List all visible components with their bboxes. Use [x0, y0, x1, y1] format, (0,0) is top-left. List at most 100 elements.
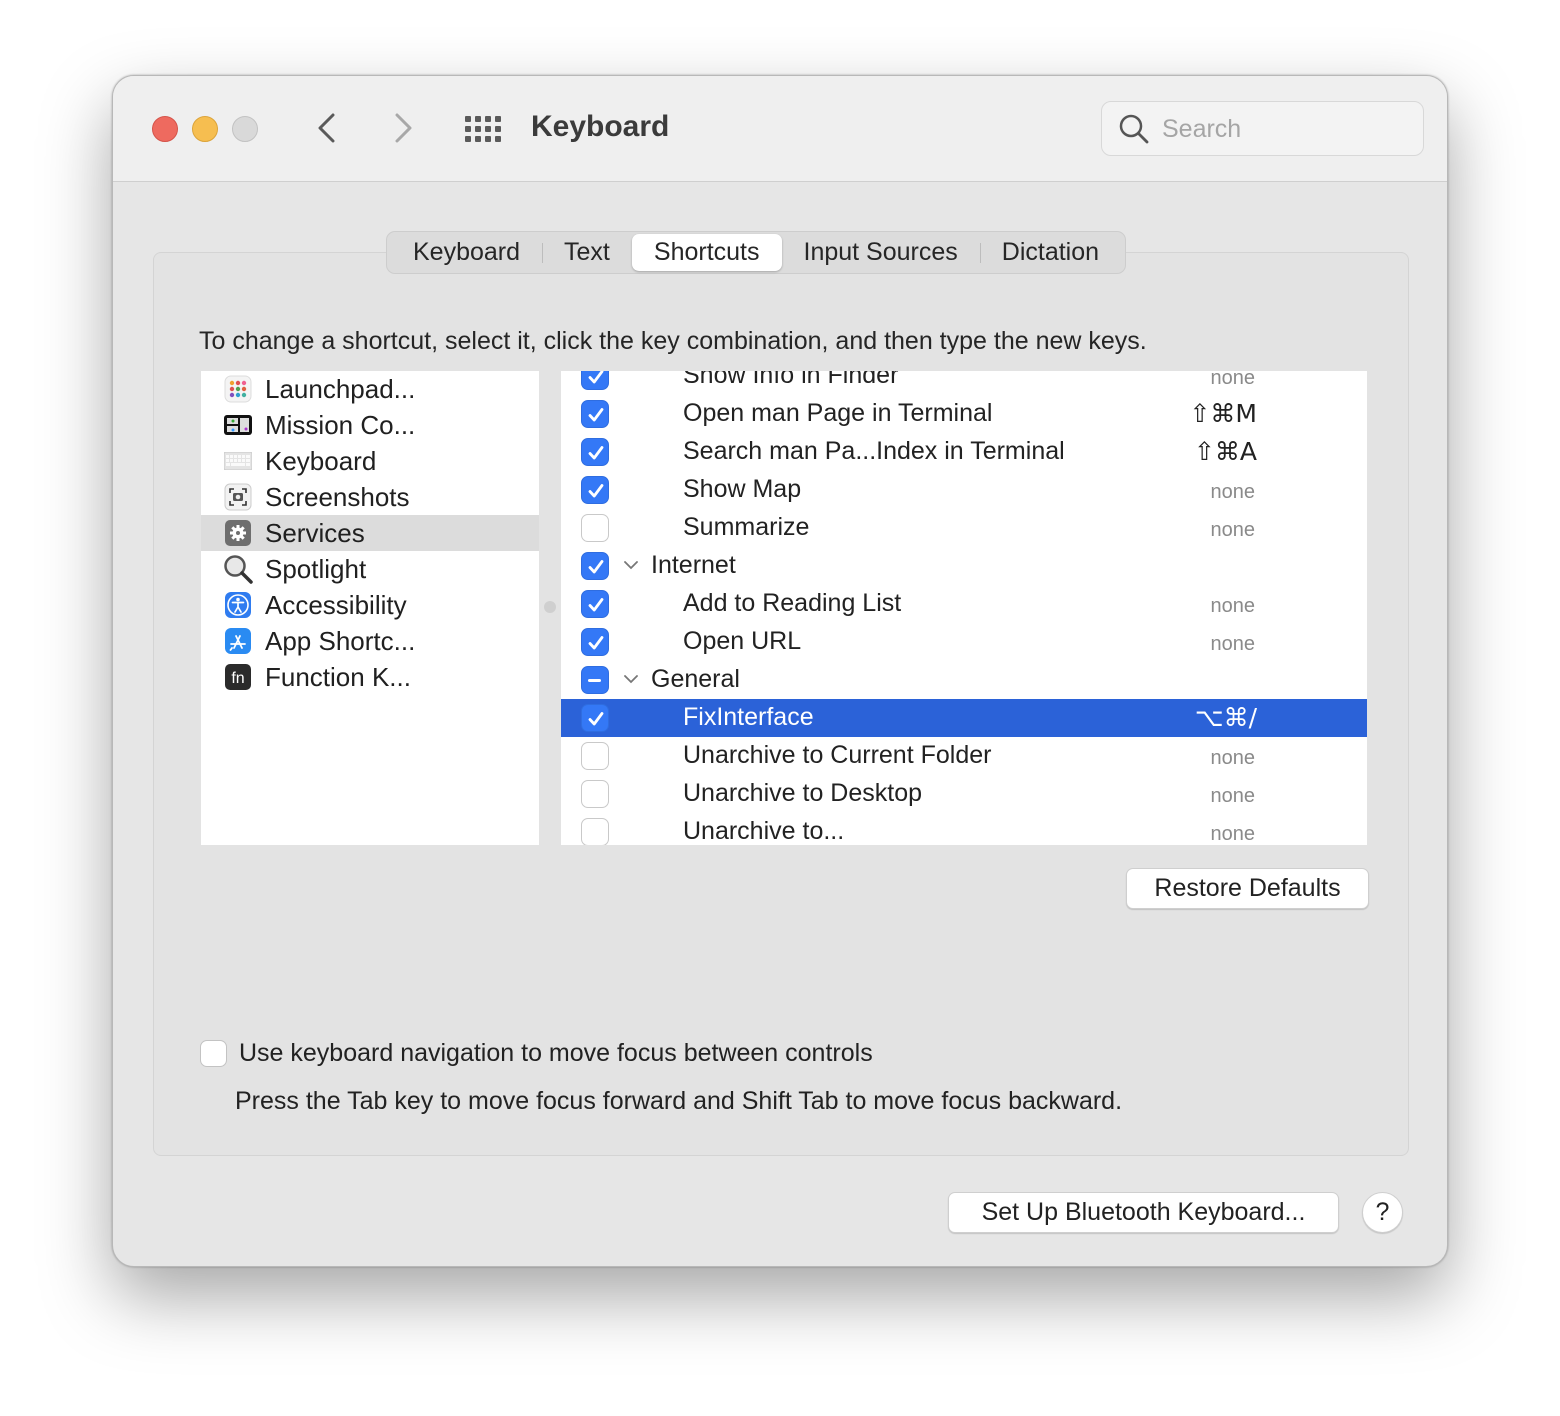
category-item-app-shortcuts[interactable]: App Shortc...	[201, 623, 539, 659]
shortcut-label: General	[651, 665, 740, 693]
fn-key-icon: fn	[223, 663, 253, 691]
shortcut-keys[interactable]: none	[1211, 371, 1256, 390]
search-input[interactable]	[1162, 110, 1412, 148]
shortcut-keys[interactable]: none	[1211, 747, 1256, 770]
shortcuts-list: Show Info in Finder none Open man Page in …	[561, 371, 1367, 845]
category-label: Accessibility	[265, 589, 407, 620]
chevron-down-icon[interactable]	[623, 672, 639, 690]
category-item-mission-control[interactable]: Mission Co...	[201, 407, 539, 443]
shortcut-keys[interactable]: ⌥⌘/	[1195, 703, 1257, 732]
shortcut-row[interactable]: Summarize none	[561, 509, 1367, 547]
magnifier-icon	[223, 555, 253, 584]
accessibility-icon	[223, 591, 253, 619]
shortcut-label: FixInterface	[683, 703, 814, 731]
shortcut-keys[interactable]: ⇧⌘A	[1194, 437, 1257, 466]
shortcut-group-row[interactable]: General	[561, 661, 1367, 699]
category-label: Services	[265, 517, 365, 548]
chevron-down-icon[interactable]	[623, 558, 639, 576]
restore-defaults-button[interactable]: Restore Defaults	[1126, 868, 1369, 909]
chevron-right-icon	[395, 113, 412, 143]
tab-keyboard[interactable]: Keyboard	[391, 234, 544, 271]
shortcut-keys[interactable]: none	[1211, 823, 1256, 845]
keyboard-navigation-label: Use keyboard navigation to move focus be…	[239, 1039, 873, 1067]
shortcut-row[interactable]: Show Info in Finder none	[561, 371, 1367, 395]
shortcut-keys[interactable]: none	[1211, 481, 1256, 504]
shortcut-checkbox[interactable]	[581, 476, 609, 504]
shortcut-row[interactable]: Unarchive to Desktop none	[561, 775, 1367, 813]
category-item-screenshots[interactable]: Screenshots	[201, 479, 539, 515]
shortcut-row[interactable]: Unarchive to... none	[561, 813, 1367, 845]
setup-bluetooth-keyboard-button[interactable]: Set Up Bluetooth Keyboard...	[948, 1192, 1339, 1233]
shortcut-group-row[interactable]: Internet	[561, 547, 1367, 585]
forward-button[interactable]	[383, 108, 423, 148]
category-label: Launchpad...	[265, 373, 416, 404]
shortcut-checkbox[interactable]	[581, 818, 609, 845]
shortcut-row[interactable]: FixInterface ⌥⌘/	[561, 699, 1367, 737]
shortcut-row[interactable]: Open URL none	[561, 623, 1367, 661]
shortcut-label: Add to Reading List	[683, 589, 902, 617]
shortcut-checkbox[interactable]	[581, 552, 609, 580]
shortcut-row[interactable]: Unarchive to Current Folder none	[561, 737, 1367, 775]
shortcut-checkbox[interactable]	[581, 704, 609, 732]
close-button[interactable]	[152, 116, 178, 142]
title-bar: Keyboard	[113, 76, 1447, 182]
category-item-function-keys[interactable]: fn Function K...	[201, 659, 539, 695]
show-all-grid-icon[interactable]	[465, 116, 503, 142]
category-label: Spotlight	[265, 553, 367, 584]
mission-control-icon	[223, 411, 253, 439]
shortcut-keys[interactable]: none	[1211, 785, 1256, 808]
window-title: Keyboard	[531, 110, 670, 143]
category-label: Screenshots	[265, 481, 410, 512]
split-view-divider[interactable]	[544, 601, 556, 613]
category-item-services[interactable]: Services	[201, 515, 539, 551]
checkmark-icon	[588, 560, 604, 574]
shortcut-checkbox[interactable]	[581, 628, 609, 656]
shortcut-label: Unarchive to Desktop	[683, 779, 923, 807]
shortcut-keys[interactable]: none	[1211, 595, 1256, 618]
shortcut-row[interactable]: Open man Page in Terminal ⇧⌘M	[561, 395, 1367, 433]
category-list: Launchpad... Mission Co... Keyboard Scre…	[201, 371, 539, 845]
shortcut-label: Open man Page in Terminal	[683, 399, 993, 427]
tab-dictation[interactable]: Dictation	[980, 234, 1121, 271]
tab-shortcuts[interactable]: Shortcuts	[631, 234, 782, 271]
checkmark-icon	[588, 408, 604, 422]
shortcut-checkbox[interactable]	[581, 371, 609, 390]
shortcut-row[interactable]: Search man Pa...Index in Terminal ⇧⌘A	[561, 433, 1367, 471]
svg-text:fn: fn	[231, 670, 244, 687]
app-store-icon	[223, 627, 253, 655]
shortcut-checkbox[interactable]	[581, 400, 609, 428]
screenshots-icon	[223, 483, 253, 511]
checkmark-icon	[588, 446, 604, 460]
shortcut-keys[interactable]: none	[1211, 633, 1256, 656]
shortcut-checkbox[interactable]	[581, 438, 609, 466]
category-item-spotlight[interactable]: Spotlight	[201, 551, 539, 587]
back-button[interactable]	[308, 108, 348, 148]
minimize-button[interactable]	[192, 116, 218, 142]
tab-input-sources[interactable]: Input Sources	[782, 234, 982, 271]
shortcut-row[interactable]: Add to Reading List none	[561, 585, 1367, 623]
shortcut-checkbox[interactable]	[581, 666, 609, 694]
shortcut-checkbox[interactable]	[581, 590, 609, 618]
shortcut-checkbox[interactable]	[581, 780, 609, 808]
shortcut-checkbox[interactable]	[581, 514, 609, 542]
checkmark-icon	[588, 371, 604, 384]
category-item-launchpad[interactable]: Launchpad...	[201, 371, 539, 407]
launchpad-icon	[223, 375, 253, 403]
checkmark-icon	[588, 598, 604, 612]
shortcut-label: Unarchive to...	[683, 817, 845, 845]
shortcut-row[interactable]: Show Map none	[561, 471, 1367, 509]
keyboard-navigation-checkbox[interactable]	[200, 1040, 227, 1067]
zoom-button[interactable]	[232, 116, 258, 142]
category-item-keyboard[interactable]: Keyboard	[201, 443, 539, 479]
shortcut-keys[interactable]: none	[1211, 519, 1256, 542]
tab-text[interactable]: Text	[542, 234, 632, 271]
chevron-left-icon	[318, 113, 335, 143]
help-button[interactable]: ?	[1362, 1192, 1403, 1233]
category-item-accessibility[interactable]: Accessibility	[201, 587, 539, 623]
search-field[interactable]	[1101, 101, 1424, 156]
keyboard-preferences-window: Keyboard Keyboard Text Shortcuts Input S…	[112, 75, 1448, 1267]
shortcut-label: Summarize	[683, 513, 810, 541]
checkmark-icon	[588, 636, 604, 650]
shortcut-checkbox[interactable]	[581, 742, 609, 770]
shortcut-keys[interactable]: ⇧⌘M	[1189, 399, 1257, 428]
